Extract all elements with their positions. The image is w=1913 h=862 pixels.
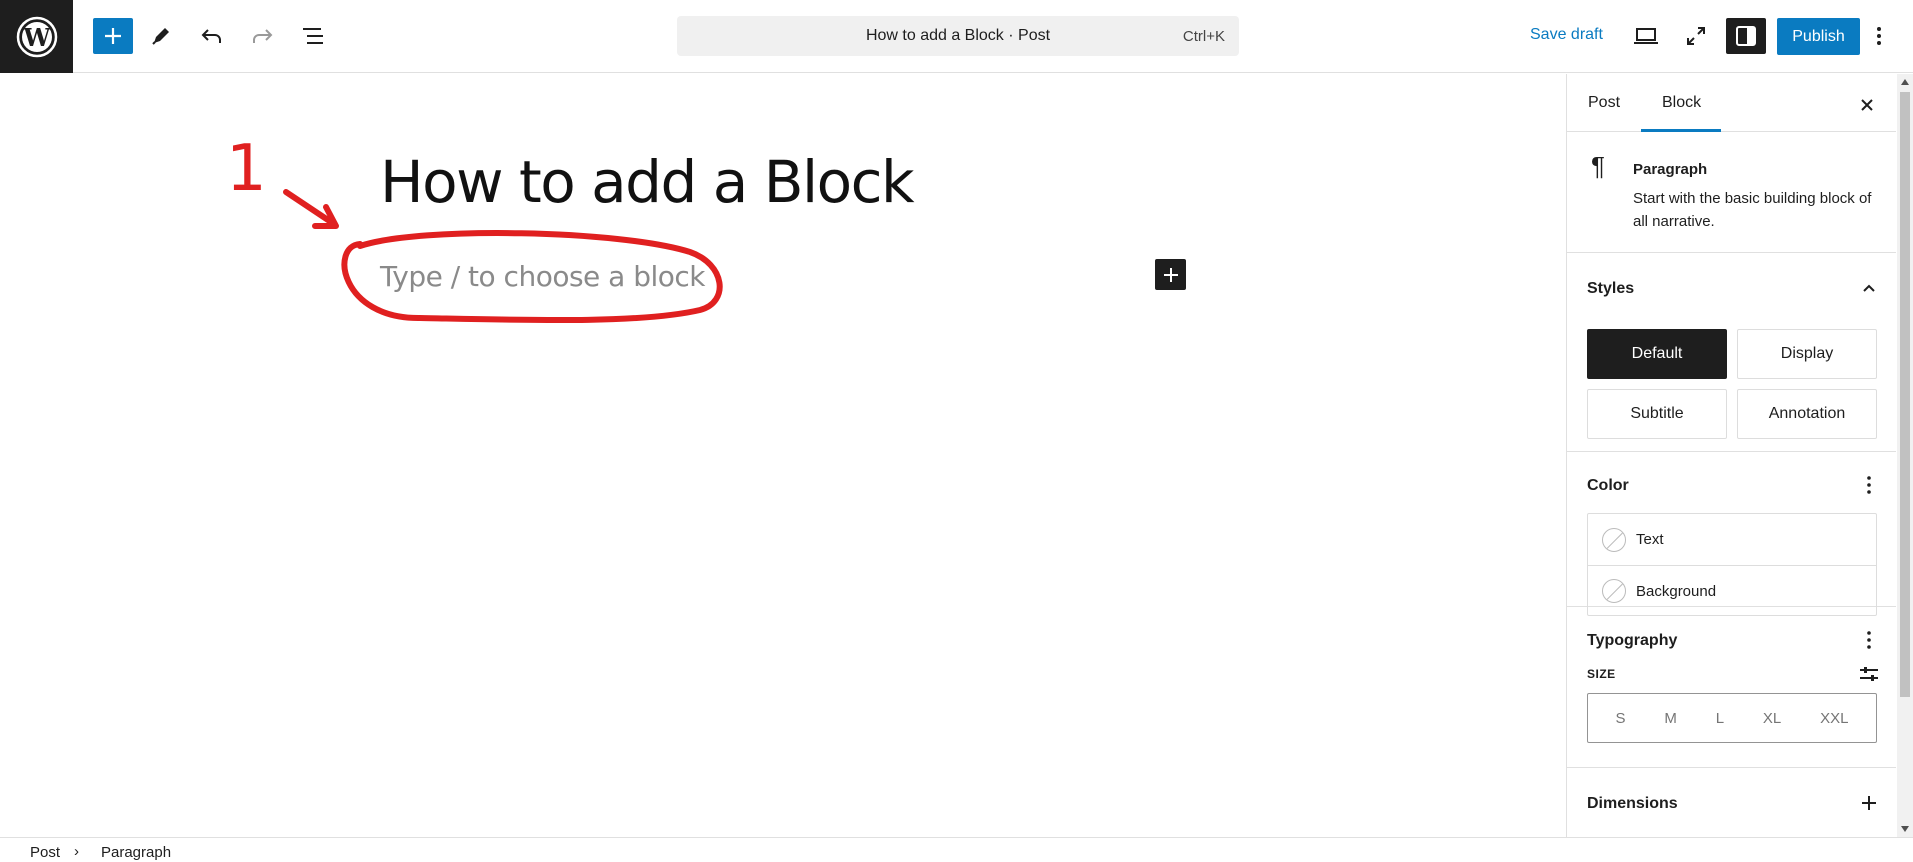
breadcrumb-post[interactable]: Post — [30, 844, 60, 861]
redo-button[interactable] — [242, 18, 282, 54]
scroll-down-arrow[interactable] — [1901, 826, 1909, 832]
plus-icon — [105, 28, 121, 44]
plus-icon — [1163, 267, 1178, 282]
size-label: SIZE — [1587, 667, 1616, 681]
text-color-item[interactable]: Text — [1588, 514, 1876, 565]
size-option-s[interactable]: S — [1615, 710, 1625, 727]
sidebar-icon — [1736, 26, 1756, 46]
font-size-picker: S M L XL XXL — [1587, 693, 1877, 743]
post-title[interactable]: How to add a Block — [380, 148, 915, 216]
preview-button[interactable] — [1626, 18, 1666, 54]
dimensions-panel: Dimensions — [1567, 769, 1896, 837]
editor-canvas: How to add a Block Type / to choose a bl… — [0, 74, 1566, 837]
more-vertical-icon — [1867, 631, 1871, 649]
tools-button[interactable] — [141, 18, 181, 54]
size-option-xxl[interactable]: XXL — [1820, 710, 1848, 727]
tab-post[interactable]: Post — [1588, 94, 1620, 112]
size-option-l[interactable]: L — [1716, 710, 1724, 727]
custom-size-button[interactable] — [1855, 660, 1883, 688]
desktop-preview-icon — [1634, 28, 1658, 44]
wordpress-icon: W — [16, 16, 57, 57]
tab-block[interactable]: Block — [1662, 94, 1701, 112]
block-breadcrumb: Post › Paragraph — [0, 837, 1913, 862]
block-card: ¶ Paragraph Start with the basic buildin… — [1567, 133, 1896, 253]
breadcrumb-paragraph[interactable]: Paragraph — [101, 844, 171, 861]
settings-sliders-icon — [1860, 667, 1878, 681]
document-title: How to add a Block · Post — [865, 27, 1051, 44]
background-color-label: Background — [1636, 582, 1717, 600]
more-vertical-icon — [1877, 27, 1881, 45]
pencil-icon — [152, 28, 169, 45]
style-option-display[interactable]: Display — [1737, 329, 1877, 379]
svg-text:W: W — [22, 23, 51, 52]
add-block-button[interactable] — [93, 18, 133, 54]
styles-collapse-toggle[interactable] — [1855, 274, 1883, 302]
chevron-up-icon — [1863, 284, 1875, 292]
styles-heading[interactable]: Styles — [1587, 280, 1634, 298]
dimensions-heading: Dimensions — [1587, 795, 1678, 812]
typography-options-button[interactable] — [1855, 626, 1883, 654]
size-option-xl[interactable]: XL — [1763, 710, 1781, 727]
active-tab-indicator — [1641, 129, 1721, 132]
publish-button[interactable]: Publish — [1777, 18, 1860, 55]
paragraph-icon: ¶ — [1591, 151, 1605, 181]
paragraph-block-placeholder[interactable]: Type / to choose a block — [380, 260, 706, 293]
empty-swatch-icon — [1602, 579, 1626, 603]
document-bar[interactable]: How to add a Block · Post Ctrl+K — [677, 16, 1239, 56]
style-option-annotation[interactable]: Annotation — [1737, 389, 1877, 439]
style-option-subtitle[interactable]: Subtitle — [1587, 389, 1727, 439]
redo-icon — [253, 29, 273, 43]
inline-add-block-button[interactable] — [1155, 259, 1186, 290]
more-vertical-icon — [1867, 476, 1871, 494]
list-view-icon — [303, 28, 323, 44]
size-option-m[interactable]: M — [1664, 710, 1677, 727]
color-panel: Color Text Background — [1567, 453, 1896, 616]
editor-toolbar: W How to add a Block · Post Ctrl+K Save … — [0, 0, 1913, 73]
plus-icon — [1862, 796, 1876, 810]
command-shortcut: Ctrl+K — [1182, 28, 1225, 45]
annotation-markup — [283, 189, 723, 324]
scroll-thumb[interactable] — [1900, 92, 1910, 697]
style-option-default[interactable]: Default — [1587, 329, 1727, 379]
dimensions-add-button[interactable] — [1855, 789, 1883, 817]
fullscreen-button[interactable] — [1676, 18, 1716, 54]
settings-sidebar: Post Block ¶ Paragraph Start with the ba… — [1566, 74, 1896, 837]
styles-panel: Styles Default Display Subtitle Annotati… — [1567, 254, 1896, 452]
color-list: Text Background — [1587, 513, 1877, 616]
text-color-label: Text — [1636, 531, 1664, 548]
undo-button[interactable] — [192, 18, 232, 54]
block-description: Start with the basic building block of a… — [1633, 190, 1872, 230]
document-overview-button[interactable] — [293, 18, 333, 54]
annotation-number: 1 — [226, 132, 267, 206]
color-options-button[interactable] — [1855, 471, 1883, 499]
chevron-right-icon: › — [74, 843, 79, 860]
typography-heading: Typography — [1587, 632, 1678, 649]
scroll-up-arrow[interactable] — [1901, 79, 1909, 85]
sidebar-scrollbar[interactable] — [1897, 74, 1913, 837]
options-menu-button[interactable] — [1867, 18, 1891, 54]
fullscreen-icon — [1687, 27, 1705, 45]
wordpress-logo-button[interactable]: W — [0, 0, 73, 73]
close-sidebar-button[interactable] — [1852, 90, 1882, 120]
typography-panel: Typography SIZE S M L XL XXL — [1567, 608, 1896, 768]
empty-swatch-icon — [1602, 527, 1626, 552]
sidebar-tabs: Post Block — [1567, 74, 1896, 132]
undo-icon — [201, 29, 221, 43]
settings-toggle-button[interactable] — [1726, 18, 1766, 54]
save-draft-button[interactable]: Save draft — [1530, 26, 1603, 44]
color-heading: Color — [1587, 477, 1629, 494]
close-icon — [1861, 99, 1873, 111]
block-name: Paragraph — [1633, 161, 1708, 178]
